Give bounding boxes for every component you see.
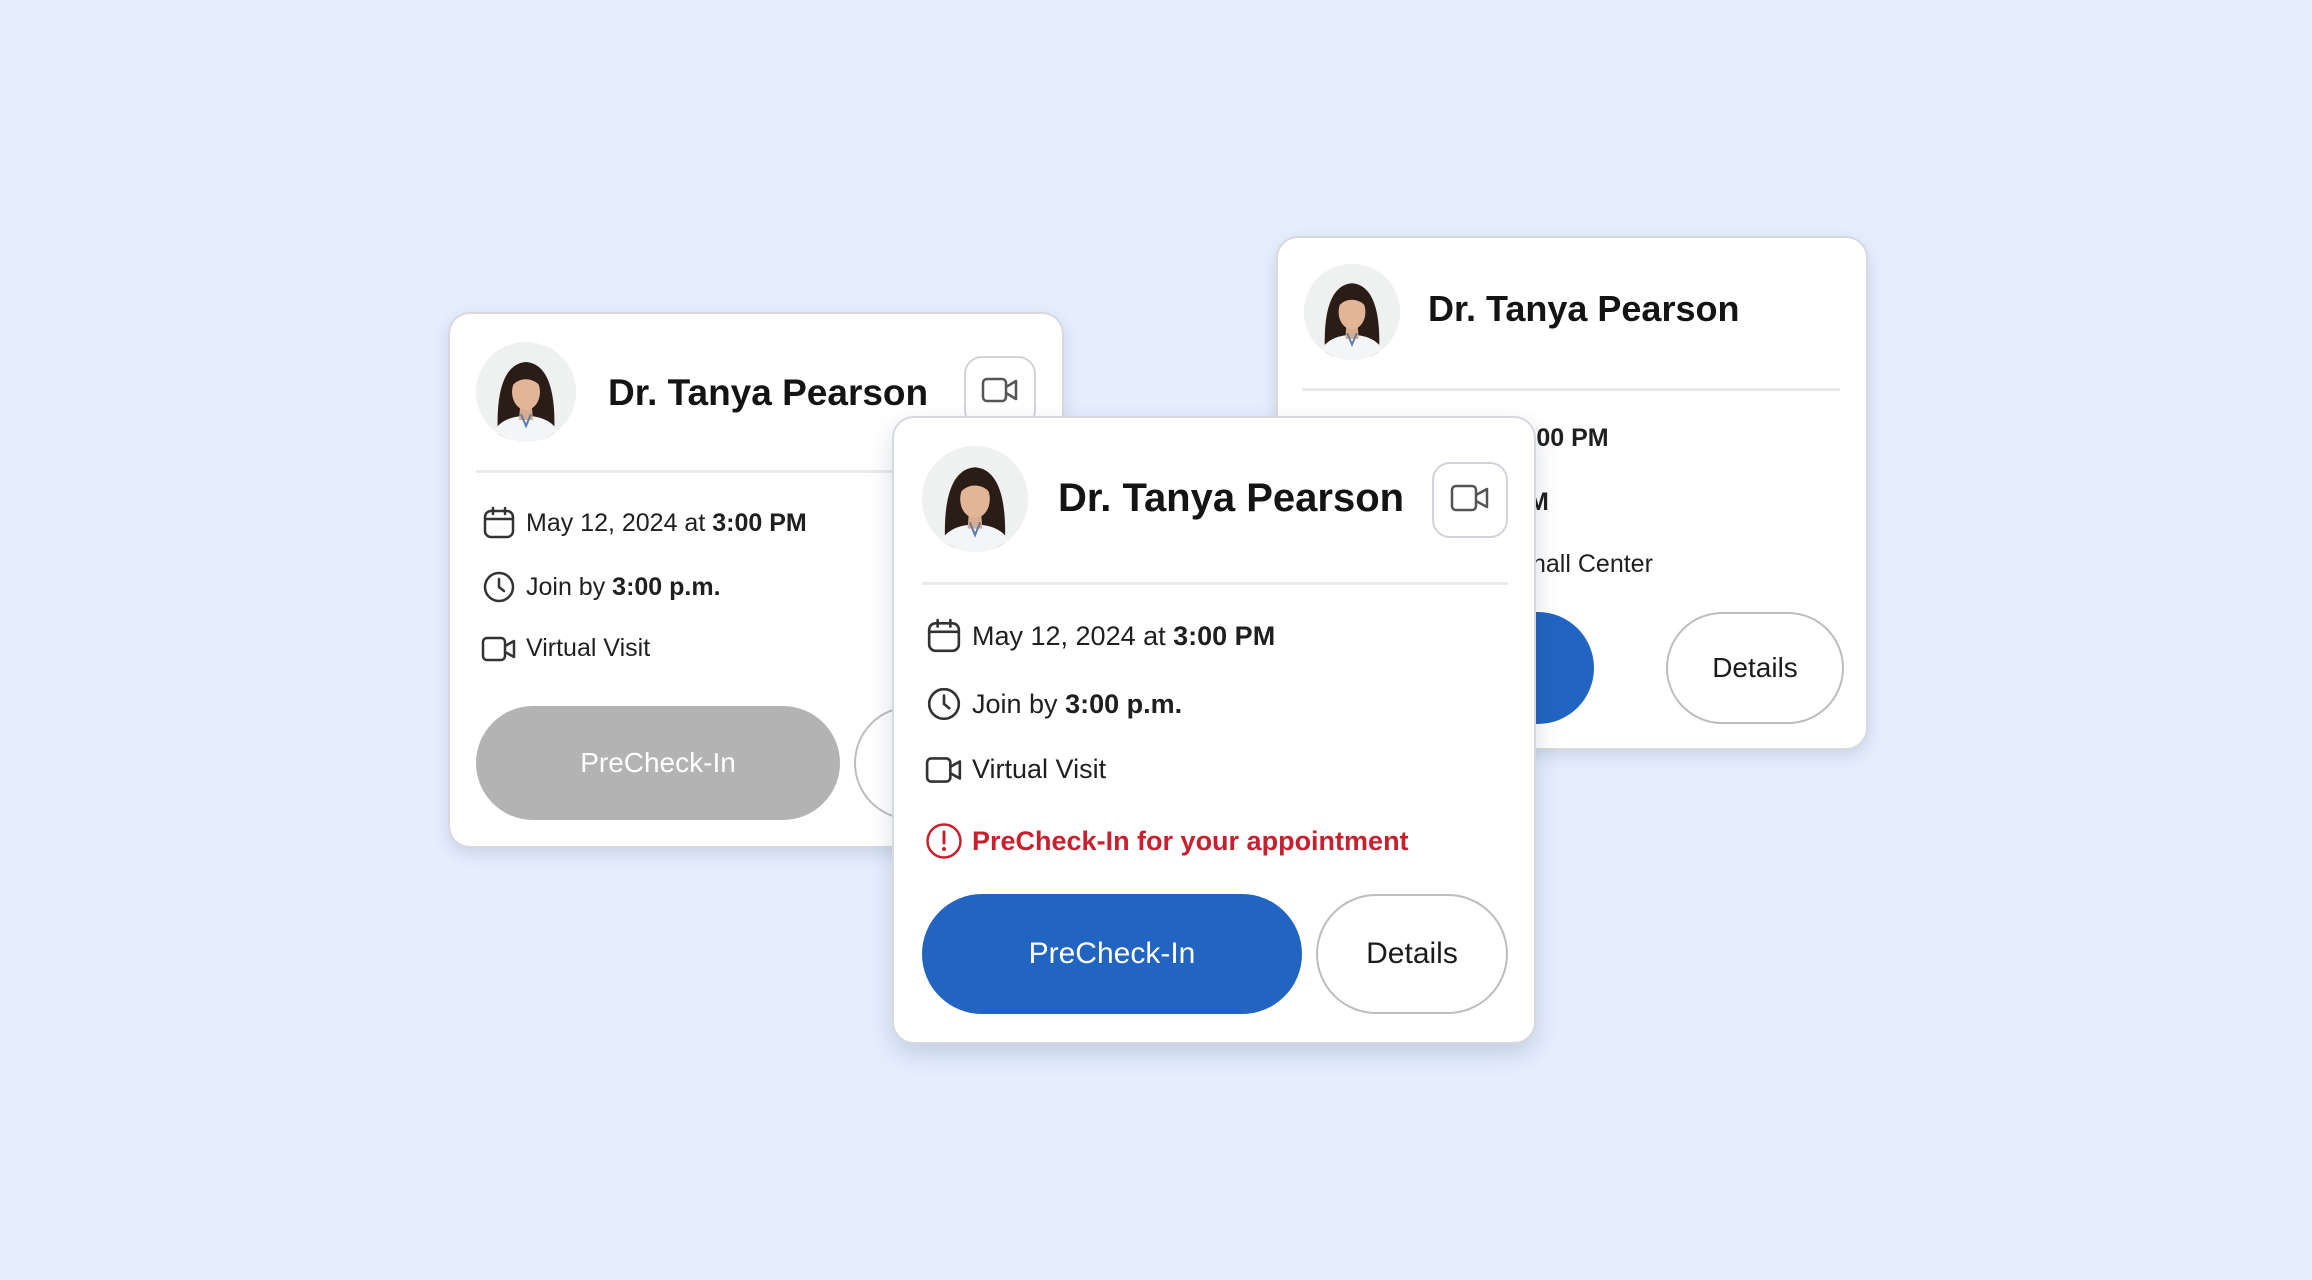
precheck-in-button-disabled[interactable]: PreCheck-In xyxy=(476,706,840,820)
visit-type-value: Virtual Visit xyxy=(526,634,651,662)
appointment-card-front: Dr. Tanya Pearson May 12, 2024 at 3:00 P… xyxy=(892,416,1536,1044)
alert-circle-icon xyxy=(924,822,964,860)
calendar-icon xyxy=(924,618,964,654)
location-value: hall Center xyxy=(1532,550,1653,578)
details-label: Details xyxy=(1366,937,1458,970)
join-row: Join by 3:00 p.m. xyxy=(924,686,1182,722)
video-camera-icon xyxy=(981,375,1019,410)
doctor-portrait-icon xyxy=(922,446,1028,552)
date-time-value: 3:00 PM xyxy=(1173,620,1276,651)
doctor-avatar xyxy=(922,446,1028,552)
date-time-value: :00 PM xyxy=(1528,424,1609,452)
video-camera-icon xyxy=(1450,482,1490,519)
visit-type-value: Virtual Visit xyxy=(972,754,1107,784)
details-button[interactable]: Details xyxy=(1666,612,1844,724)
join-row: Join by 3:00 p.m. xyxy=(480,570,721,604)
clock-icon xyxy=(924,686,964,722)
visit-type-row: Virtual Visit xyxy=(924,754,1106,785)
calendar-icon xyxy=(480,506,518,540)
doctor-name: Dr. Tanya Pearson xyxy=(1428,288,1740,329)
location-row: hall Center xyxy=(1532,550,1653,579)
doctor-avatar xyxy=(476,342,576,442)
date-row: May 12, 2024 at 3:00 PM xyxy=(924,618,1275,654)
warning-text: PreCheck-In for your appointment xyxy=(972,825,1409,856)
details-label: Details xyxy=(1712,652,1798,683)
visit-type-row: Virtual Visit xyxy=(480,634,650,663)
header-divider xyxy=(1302,388,1840,391)
join-time-value: 3:00 p.m. xyxy=(612,572,721,601)
doctor-avatar xyxy=(1304,264,1400,360)
doctor-name: Dr. Tanya Pearson xyxy=(608,372,929,413)
date-prefix: May 12, 2024 at xyxy=(972,620,1174,651)
join-time-value: 3:00 p.m. xyxy=(1065,688,1183,719)
precheck-in-label: PreCheck-In xyxy=(580,747,736,778)
date-prefix: May 12, 2024 at xyxy=(526,508,713,537)
date-time-value: 3:00 PM xyxy=(712,508,807,537)
join-prefix: Join by xyxy=(526,572,613,601)
details-button[interactable]: Details xyxy=(1316,894,1508,1014)
video-call-button[interactable] xyxy=(1432,462,1508,538)
video-camera-icon xyxy=(924,755,964,785)
clock-icon xyxy=(480,570,518,604)
date-row: :00 PM xyxy=(1528,424,1609,453)
precheck-in-button[interactable]: PreCheck-In xyxy=(922,894,1302,1014)
precheck-warning: PreCheck-In for your appointment xyxy=(924,822,1409,860)
header-divider xyxy=(922,582,1508,585)
join-prefix: Join by xyxy=(972,688,1066,719)
precheck-in-label: PreCheck-In xyxy=(1028,937,1196,970)
date-row: May 12, 2024 at 3:00 PM xyxy=(480,506,807,540)
doctor-portrait-icon xyxy=(476,342,576,442)
doctor-name: Dr. Tanya Pearson xyxy=(1058,476,1405,520)
video-camera-icon xyxy=(480,635,518,663)
doctor-portrait-icon xyxy=(1304,264,1400,360)
